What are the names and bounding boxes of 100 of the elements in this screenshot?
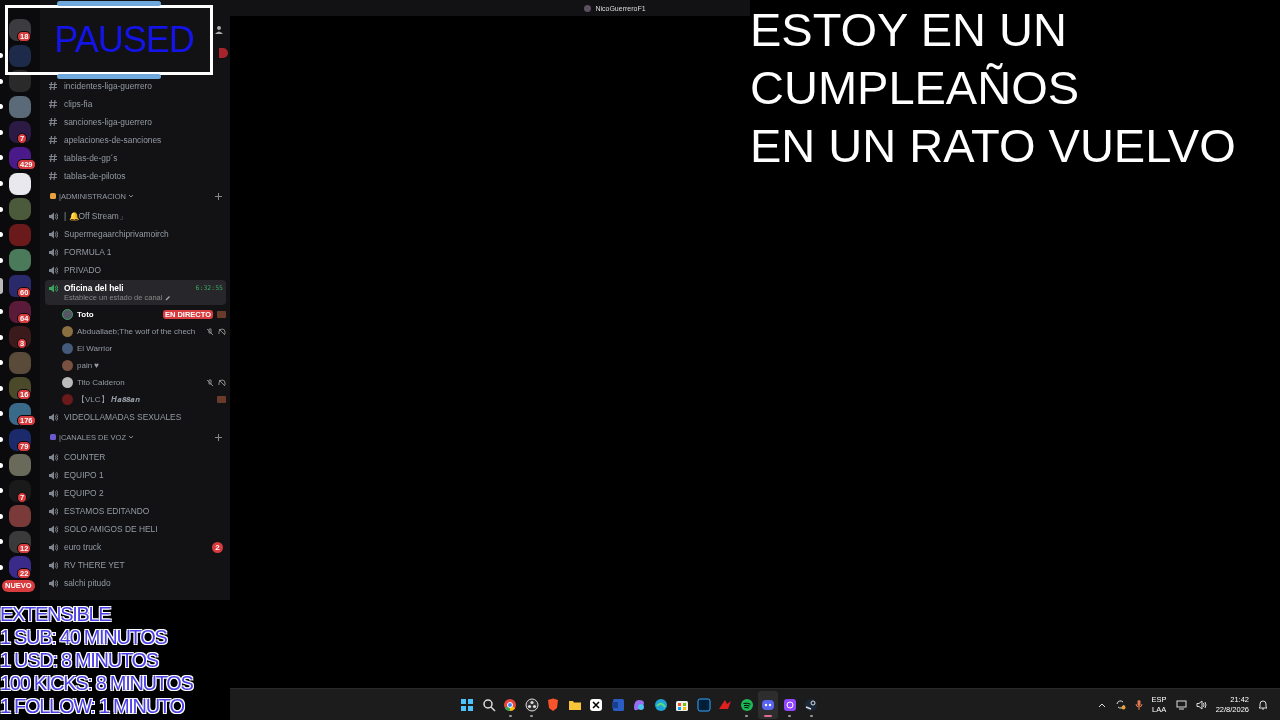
speaker-icon xyxy=(48,560,58,570)
channel-name: tablas-de-pilotos xyxy=(64,171,126,181)
text-channel[interactable]: tablas-de-pilotos xyxy=(45,167,226,185)
stream-thumbnail[interactable] xyxy=(217,311,226,318)
shield-icon xyxy=(545,696,561,713)
channel-name: EQUIPO 2 xyxy=(64,488,104,498)
hash-icon xyxy=(48,153,58,163)
channel-name: VIDEOLLAMADAS SEXUALES xyxy=(64,412,182,422)
sound-bars-icon xyxy=(738,696,755,713)
microphone-icon[interactable] xyxy=(1134,699,1143,710)
server-icon[interactable] xyxy=(9,402,31,425)
chevron-icon xyxy=(127,435,134,439)
speaker-icon xyxy=(48,229,58,239)
channel-name: Supermegaarchiprivamoirch xyxy=(64,229,169,239)
stream-message: ESTOY EN UN CUMPLEAÑOS EN UN RATO VUELVO xyxy=(750,2,1237,174)
notification-bell-icon[interactable] xyxy=(1258,699,1268,710)
speaker-icon xyxy=(48,488,58,498)
speaker-icon xyxy=(48,452,58,462)
mention-badge: 2 xyxy=(212,541,223,553)
member-name[interactable]: pain ♥ xyxy=(77,361,100,370)
voice-channel[interactable]: VIDEOLLAMADAS SEXUALES xyxy=(45,408,226,426)
channel-name: RV THERE YET xyxy=(64,560,125,570)
voice-channel[interactable]: SOLO AMIGOS DE HELI xyxy=(45,520,226,538)
hash-icon xyxy=(48,81,58,91)
server-icon[interactable] xyxy=(9,121,31,144)
speaker-icon xyxy=(48,211,58,221)
server-icon[interactable] xyxy=(9,326,31,349)
text-channel[interactable]: incidentes-liga-guerrero xyxy=(45,77,226,95)
voice-channel[interactable]: RV THERE YET xyxy=(45,556,226,574)
sync-icon[interactable] xyxy=(1114,699,1126,710)
member-name[interactable]: 【VLC】 𝑯𝒂𝒔𝒔𝒂𝒏 xyxy=(77,394,140,405)
scissors-icon xyxy=(588,696,604,713)
channel-name: | 🔔Off Stream」 xyxy=(64,210,127,222)
channel-name: FORMULA 1 xyxy=(64,247,112,257)
channel-name: clips-fia xyxy=(64,99,93,109)
hash-icon xyxy=(48,135,58,145)
square-icon xyxy=(695,696,712,713)
channel-name: Oficina del heli xyxy=(64,283,124,293)
voice-channel[interactable]: | 🔔Off Stream」 xyxy=(45,207,226,225)
member-name[interactable]: Tito Calderon xyxy=(77,378,125,387)
rounded-square-icon xyxy=(781,696,798,713)
speaker-icon xyxy=(48,283,58,293)
hash-icon xyxy=(48,117,58,127)
channel-name: apelaciones-de-sanciones xyxy=(64,135,162,145)
server-icon[interactable] xyxy=(9,300,31,323)
start-icon xyxy=(459,696,475,713)
add-member-icon[interactable] xyxy=(215,25,224,34)
voice-channel[interactable]: euro truck 2 xyxy=(45,538,226,556)
server-icon[interactable] xyxy=(9,274,31,297)
member-name[interactable]: Abduallaeb;The wolf of the chech xyxy=(77,327,196,336)
plus-icon[interactable] xyxy=(215,433,222,441)
voice-channel[interactable]: EQUIPO 1 xyxy=(45,466,226,484)
text-channel[interactable]: sanciones-liga-guerrero xyxy=(45,113,226,131)
chevron-icon xyxy=(127,194,134,198)
voice-channel[interactable]: salchi pitudo xyxy=(45,574,226,592)
speaker-icon xyxy=(48,470,58,480)
record-icon xyxy=(523,696,540,713)
document-icon xyxy=(609,696,626,713)
stream-thumbnail[interactable] xyxy=(217,396,226,403)
pencil-icon[interactable] xyxy=(165,294,172,301)
promo-text: EXTENSIBLE 1 SUB: 40 MINUTOS 1 USD: 8 MINUTOS 100 KICKS: 8 MINUTOS 1 FOLLOW: 1 MINUTO xyxy=(0,603,193,718)
volume-icon[interactable] xyxy=(1195,699,1207,710)
chevron-up-icon[interactable] xyxy=(1097,701,1106,708)
channel-name: SOLO AMIGOS DE HELI xyxy=(64,524,158,534)
text-channel[interactable]: apelaciones-de-sanciones xyxy=(45,131,226,149)
voice-channel[interactable]: PRIVADO xyxy=(45,261,226,279)
voice-channel[interactable]: ESTAMOS EDITANDO xyxy=(45,502,226,520)
category-icon xyxy=(49,433,57,441)
voice-channel[interactable]: FORMULA 1 xyxy=(45,243,226,261)
channel-name: COUNTER xyxy=(64,452,106,462)
new-messages-bar[interactable] xyxy=(219,48,228,58)
channel-name: salchi pitudo xyxy=(64,578,111,588)
channel-name: incidentes-liga-guerrero xyxy=(64,81,152,91)
voice-channel[interactable]: EQUIPO 2 xyxy=(45,484,226,502)
speaker-icon xyxy=(48,542,58,552)
speaker-icon xyxy=(48,247,58,257)
voice-channel[interactable]: Supermegaarchiprivamoirch xyxy=(45,225,226,243)
member-name[interactable]: El Warrior xyxy=(77,344,113,353)
channel-name: PRIVADO xyxy=(64,265,102,275)
text-channel[interactable]: clips-fia xyxy=(45,95,226,113)
server-icon[interactable] xyxy=(9,146,31,169)
hash-icon xyxy=(48,99,58,109)
paused-label: PAUSED xyxy=(54,19,194,61)
speaker-icon xyxy=(48,265,58,275)
server-icon[interactable] xyxy=(9,479,31,502)
speaker-icon xyxy=(48,506,58,516)
plus-icon[interactable] xyxy=(215,192,222,200)
channel-name: EQUIPO 1 xyxy=(64,470,104,480)
wave-icon xyxy=(652,696,669,713)
speaker-icon xyxy=(48,578,58,588)
voice-channel[interactable]: COUNTER xyxy=(45,448,226,466)
speaker-icon xyxy=(48,412,58,422)
channel-name: euro truck xyxy=(64,542,102,552)
category-icon xyxy=(49,192,57,200)
member-name[interactable]: Toto xyxy=(77,310,94,319)
server-icon[interactable] xyxy=(9,172,31,195)
speaker-icon xyxy=(48,524,58,534)
channel-name: tablas-de-gp´s xyxy=(64,153,118,163)
monitor-icon[interactable] xyxy=(1175,699,1187,710)
text-channel[interactable]: tablas-de-gp´s xyxy=(45,149,226,167)
